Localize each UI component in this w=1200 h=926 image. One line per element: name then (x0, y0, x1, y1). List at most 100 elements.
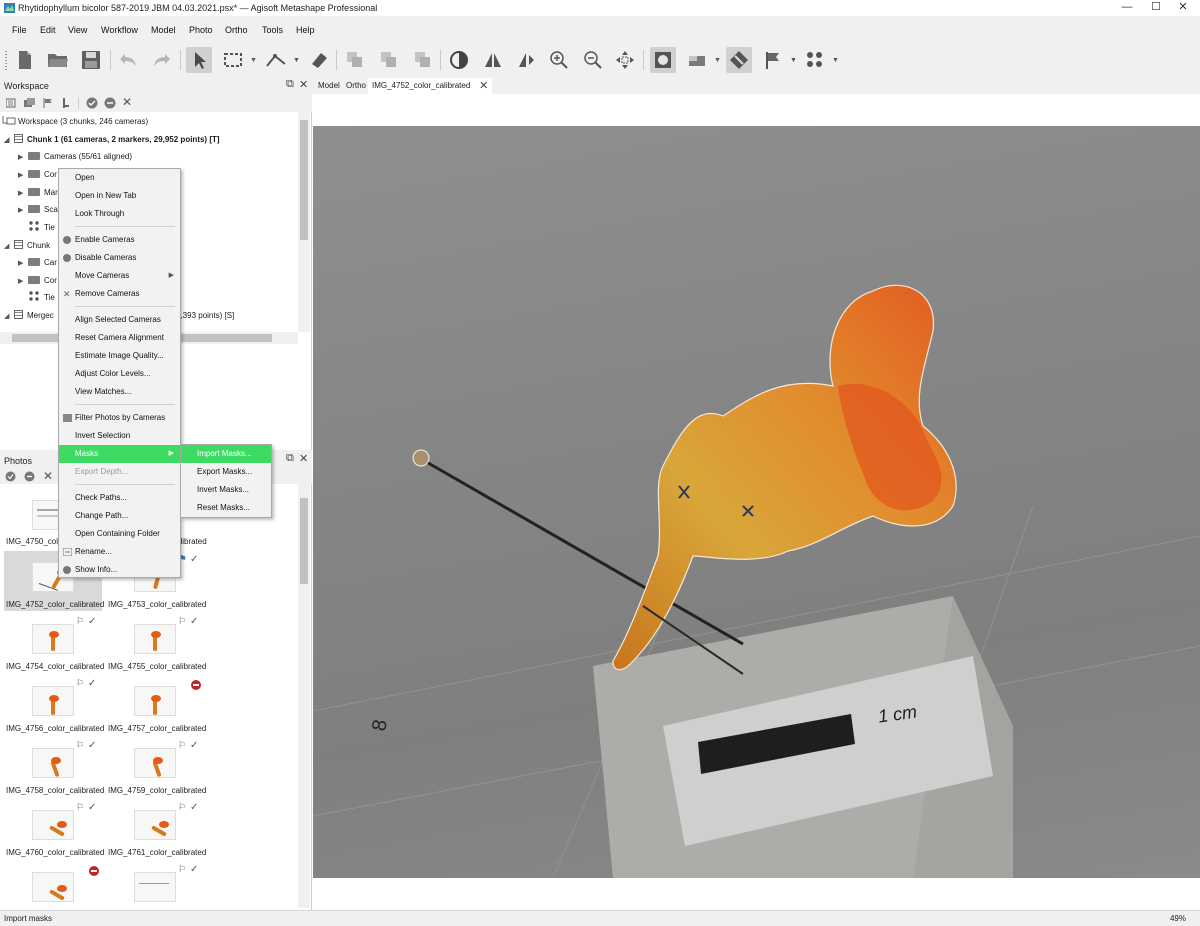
menu-remove-cameras[interactable]: ✕ Remove Cameras (59, 285, 180, 303)
photo-image[interactable]: 1 cm 8 (313, 126, 1200, 878)
menu-disable-cameras[interactable]: Disable Cameras (59, 249, 180, 267)
photo-thumbnail[interactable] (134, 872, 176, 902)
scalebar-icon[interactable] (62, 98, 70, 108)
menu-change-path[interactable]: Change Path... (59, 507, 180, 525)
enable-icon[interactable] (86, 97, 98, 109)
menu-file[interactable]: File (12, 25, 27, 35)
remove-icon[interactable]: ✕ (122, 95, 132, 109)
tree-item-markers[interactable]: ▶ Mar (18, 185, 58, 201)
diamond-button[interactable] (726, 47, 752, 73)
menu-reset-masks[interactable]: Reset Masks... (181, 499, 271, 517)
duplicate-3-button[interactable] (410, 47, 436, 73)
photos-vertical-scrollbar[interactable] (298, 484, 310, 908)
chevron-down-icon[interactable]: ▼ (832, 57, 839, 64)
menu-check-paths[interactable]: Check Paths... (59, 489, 180, 507)
ruler-tool-button[interactable] (262, 47, 288, 73)
float-panel-icon[interactable]: ⧉ (286, 452, 294, 465)
photo-thumbnail[interactable] (134, 686, 176, 716)
zoom-out-button[interactable] (580, 47, 606, 73)
tree-item-cameras[interactable]: ▶ Cameras (55/61 aligned) (18, 149, 132, 165)
menu-workflow[interactable]: Workflow (101, 25, 138, 35)
photo-viewer[interactable]: 1 cm 8 (312, 94, 1200, 910)
enable-icon[interactable] (5, 471, 16, 482)
photo-thumbnail[interactable] (134, 748, 176, 778)
tree-item-tie-points-2[interactable]: Tie (28, 290, 55, 306)
navigation-tool-button[interactable] (186, 47, 212, 73)
chevron-right-icon[interactable]: ▶ (18, 168, 28, 184)
shading-button[interactable] (684, 47, 710, 73)
chevron-down-icon[interactable]: ▼ (714, 57, 721, 64)
menu-rename[interactable]: Rename... (59, 543, 180, 561)
photo-thumbnail[interactable] (134, 810, 176, 840)
tree-item-components-2[interactable]: ▶ Cor (18, 273, 57, 289)
menu-estimate-image-quality[interactable]: Estimate Image Quality... (59, 347, 180, 365)
chevron-down-icon[interactable]: ▼ (293, 57, 300, 64)
add-photos-icon[interactable] (24, 98, 35, 108)
close-window-button[interactable]: ✕ (1166, 0, 1200, 16)
redo-button[interactable] (148, 47, 174, 73)
tree-item-chunk-2[interactable]: ◢ Chunk (4, 238, 50, 254)
photo-thumbnail[interactable] (32, 748, 74, 778)
chevron-right-icon[interactable]: ▶ (18, 274, 28, 290)
photo-thumbnail[interactable] (134, 624, 176, 654)
menu-align-selected-cameras[interactable]: Align Selected Cameras (59, 311, 180, 329)
chevron-down-icon[interactable]: ▼ (790, 57, 797, 64)
duplicate-1-button[interactable] (342, 47, 368, 73)
scrollbar-thumb[interactable] (300, 120, 308, 240)
tree-item-chunk-1[interactable]: ◢ Chunk 1 (61 cameras, 2 markers, 29,952 … (4, 132, 220, 148)
menu-look-through[interactable]: Look Through (59, 205, 180, 223)
photo-thumbnail[interactable] (32, 686, 74, 716)
tree-item-components[interactable]: ▶ Cor (18, 167, 57, 183)
contrast-button[interactable] (446, 47, 472, 73)
workspace-vertical-scrollbar[interactable] (298, 112, 310, 332)
close-icon[interactable]: ✕ (479, 78, 488, 94)
menu-invert-selection[interactable]: Invert Selection (59, 427, 180, 445)
remove-icon[interactable]: ✕ (43, 469, 53, 483)
disable-icon[interactable] (24, 471, 35, 482)
zoom-in-button[interactable] (546, 47, 572, 73)
menu-enable-cameras[interactable]: Enable Cameras (59, 231, 180, 249)
tab-model[interactable]: Model (314, 78, 344, 94)
points-button[interactable] (802, 47, 828, 73)
menu-reset-camera-alignment[interactable]: Reset Camera Alignment (59, 329, 180, 347)
close-icon[interactable]: ✕ (299, 78, 308, 91)
photo-thumbnail[interactable] (32, 810, 74, 840)
add-marker-icon[interactable] (42, 98, 53, 108)
undo-button[interactable] (116, 47, 142, 73)
menu-export-depth[interactable]: Export Depth... (59, 463, 180, 481)
rectangle-selection-button[interactable] (220, 47, 246, 73)
mask-frame-button[interactable] (650, 47, 676, 73)
save-button[interactable] (78, 47, 104, 73)
menu-open[interactable]: Open (59, 169, 180, 187)
menu-export-masks[interactable]: Export Masks... (181, 463, 271, 481)
menu-view-matches[interactable]: View Matches... (59, 383, 180, 401)
chevron-down-icon[interactable]: ▼ (250, 57, 257, 64)
tree-item-tie-points[interactable]: Tie (28, 220, 55, 236)
chevron-right-icon[interactable]: ▶ (18, 186, 28, 202)
menu-edit[interactable]: Edit (40, 25, 56, 35)
menu-adjust-color-levels[interactable]: Adjust Color Levels... (59, 365, 180, 383)
menu-photo[interactable]: Photo (189, 25, 213, 35)
disable-icon[interactable] (104, 97, 116, 109)
chevron-right-icon[interactable]: ▶ (18, 256, 28, 272)
menu-show-info[interactable]: Show Info... (59, 561, 180, 579)
menu-help[interactable]: Help (296, 25, 315, 35)
float-panel-icon[interactable]: ⧉ (286, 78, 294, 91)
chevron-right-icon[interactable]: ▶ (18, 203, 28, 219)
duplicate-2-button[interactable] (376, 47, 402, 73)
menu-invert-masks[interactable]: Invert Masks... (181, 481, 271, 499)
eraser-button[interactable] (306, 47, 332, 73)
tree-item-merged-chunk[interactable]: ◢ Mergec (4, 308, 54, 324)
tab-ortho[interactable]: Ortho (342, 78, 370, 94)
flip-view-button[interactable] (514, 47, 540, 73)
menu-masks[interactable]: Masks ▶ (59, 445, 180, 463)
chevron-right-icon[interactable]: ▶ (18, 150, 28, 166)
menu-view[interactable]: View (68, 25, 87, 35)
flag-button[interactable] (760, 47, 786, 73)
photo-thumbnail[interactable] (32, 624, 74, 654)
photo-thumbnail[interactable] (32, 872, 74, 902)
menu-filter-photos[interactable]: Filter Photos by Cameras (59, 409, 180, 427)
scrollbar-thumb[interactable] (300, 498, 308, 584)
move-button[interactable] (612, 47, 638, 73)
menu-ortho[interactable]: Ortho (225, 25, 248, 35)
